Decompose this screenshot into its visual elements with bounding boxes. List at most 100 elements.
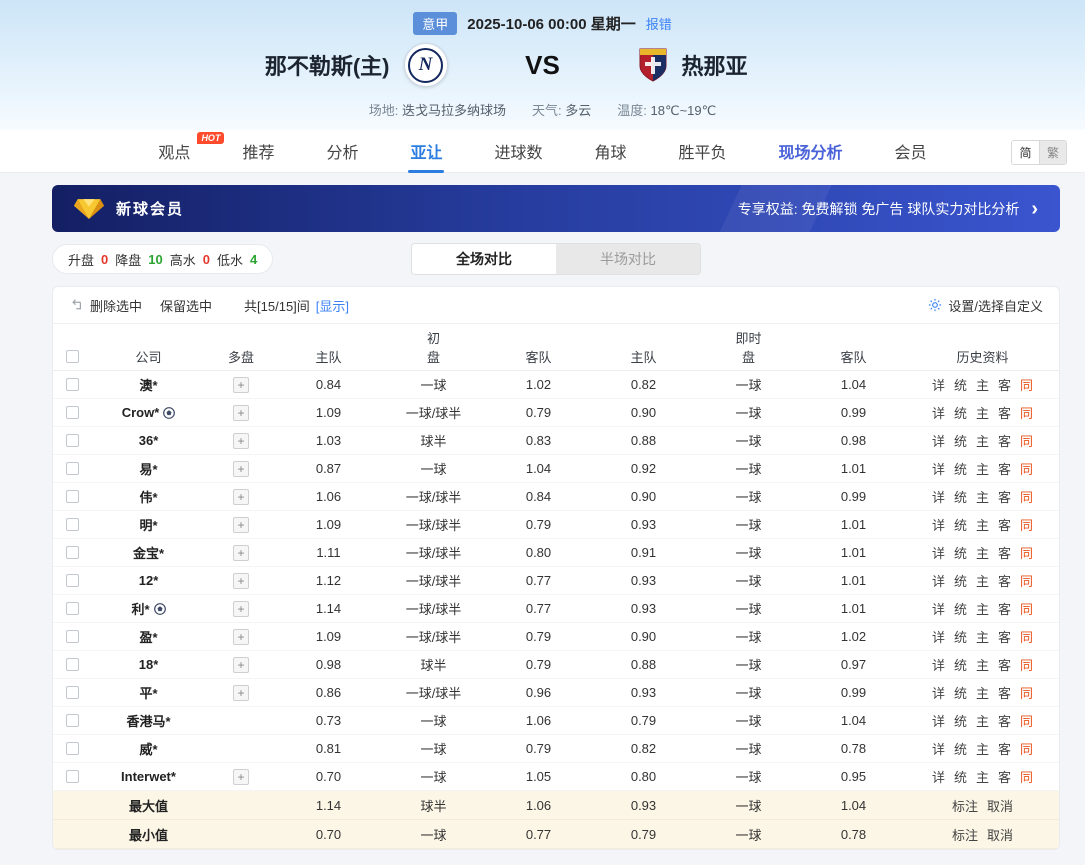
history-link-stats[interactable]: 统 (954, 571, 967, 590)
expand-odds-button[interactable]: + (233, 460, 249, 477)
history-link-away[interactable]: 客 (998, 375, 1011, 394)
expand-odds-button[interactable]: + (233, 628, 249, 645)
history-link-stats[interactable]: 统 (954, 375, 967, 394)
company-name[interactable]: Crow* (91, 405, 206, 420)
row-checkbox[interactable] (65, 490, 79, 503)
history-link-stats[interactable]: 统 (954, 711, 967, 730)
history-link-detail[interactable]: 详 (932, 571, 945, 590)
history-link-away[interactable]: 客 (998, 459, 1011, 478)
history-link-away[interactable]: 客 (998, 711, 1011, 730)
company-name[interactable]: 明* (91, 515, 206, 534)
history-link-away[interactable]: 客 (998, 487, 1011, 506)
row-checkbox[interactable] (65, 658, 79, 671)
promo-banner[interactable]: 新球会员 专享权益: 免费解锁 免广告 球队实力对比分析 › (52, 185, 1060, 232)
promo-arrow-icon[interactable]: › (1031, 199, 1038, 219)
history-link-home[interactable]: 主 (976, 459, 989, 478)
history-link-same[interactable]: 同 (1020, 431, 1033, 450)
row-checkbox[interactable] (65, 630, 79, 643)
company-name[interactable]: 易* (91, 459, 206, 478)
row-checkbox[interactable] (65, 574, 79, 587)
history-link-same[interactable]: 同 (1020, 543, 1033, 562)
company-name[interactable]: 利* (91, 599, 206, 618)
history-link-stats[interactable]: 统 (954, 403, 967, 422)
history-link-stats[interactable]: 统 (954, 655, 967, 674)
history-link-home[interactable]: 主 (976, 487, 989, 506)
row-checkbox[interactable] (65, 686, 79, 699)
history-link-away[interactable]: 客 (998, 431, 1011, 450)
history-link-same[interactable]: 同 (1020, 683, 1033, 702)
nav-tab-8[interactable]: 现场分析 (753, 130, 869, 173)
lang-traditional-button[interactable]: 繁 (1039, 141, 1066, 164)
show-link[interactable]: [显示] (316, 296, 349, 315)
expand-odds-button[interactable]: + (233, 684, 249, 701)
history-link-away[interactable]: 客 (998, 739, 1011, 758)
row-checkbox[interactable] (65, 462, 79, 475)
history-link-away[interactable]: 客 (998, 627, 1011, 646)
history-link-home[interactable]: 主 (976, 515, 989, 534)
history-link-stats[interactable]: 统 (954, 459, 967, 478)
history-link-stats[interactable]: 统 (954, 431, 967, 450)
history-link-stats[interactable]: 统 (954, 683, 967, 702)
history-link-detail[interactable]: 详 (932, 627, 945, 646)
history-link-detail[interactable]: 详 (932, 739, 945, 758)
history-link-away[interactable]: 客 (998, 767, 1011, 786)
company-name[interactable]: 威* (91, 739, 206, 758)
history-link-same[interactable]: 同 (1020, 767, 1033, 786)
tab-full-match-compare[interactable]: 全场对比 (412, 244, 556, 274)
nav-tab-1[interactable]: 观点 HOT (132, 130, 225, 173)
expand-odds-button[interactable]: + (233, 404, 249, 421)
row-checkbox[interactable] (65, 518, 79, 531)
summary-cancel-button[interactable]: 取消 (987, 796, 1013, 815)
history-link-away[interactable]: 客 (998, 403, 1011, 422)
history-link-detail[interactable]: 详 (932, 767, 945, 786)
summary-cancel-button[interactable]: 取消 (987, 825, 1013, 844)
history-link-home[interactable]: 主 (976, 711, 989, 730)
history-link-detail[interactable]: 详 (932, 599, 945, 618)
expand-odds-button[interactable]: + (233, 544, 249, 561)
company-name[interactable]: Interwet* (91, 769, 206, 784)
history-link-away[interactable]: 客 (998, 655, 1011, 674)
history-link-home[interactable]: 主 (976, 571, 989, 590)
nav-tab-7[interactable]: 胜平负 (653, 130, 753, 173)
expand-odds-button[interactable]: + (233, 768, 249, 785)
expand-odds-button[interactable]: + (233, 572, 249, 589)
history-link-detail[interactable]: 详 (932, 655, 945, 674)
expand-odds-button[interactable]: + (233, 656, 249, 673)
history-link-stats[interactable]: 统 (954, 739, 967, 758)
history-link-stats[interactable]: 统 (954, 487, 967, 506)
expand-odds-button[interactable]: + (233, 376, 249, 393)
expand-odds-button[interactable]: + (233, 432, 249, 449)
row-checkbox[interactable] (65, 378, 79, 391)
company-name[interactable]: 澳* (91, 375, 206, 394)
history-link-away[interactable]: 客 (998, 515, 1011, 534)
tab-half-match-compare[interactable]: 半场对比 (556, 244, 700, 274)
history-link-same[interactable]: 同 (1020, 571, 1033, 590)
history-link-stats[interactable]: 统 (954, 543, 967, 562)
expand-odds-button[interactable]: + (233, 600, 249, 617)
history-link-home[interactable]: 主 (976, 683, 989, 702)
history-link-stats[interactable]: 统 (954, 599, 967, 618)
history-link-same[interactable]: 同 (1020, 459, 1033, 478)
lang-simplified-button[interactable]: 简 (1012, 141, 1039, 164)
company-name[interactable]: 香港马* (91, 711, 206, 730)
row-checkbox[interactable] (65, 770, 79, 783)
history-link-detail[interactable]: 详 (932, 459, 945, 478)
expand-odds-button[interactable]: + (233, 516, 249, 533)
row-checkbox[interactable] (65, 714, 79, 727)
report-error-link[interactable]: 报错 (646, 14, 672, 33)
history-link-home[interactable]: 主 (976, 403, 989, 422)
company-name[interactable]: 金宝* (91, 543, 206, 562)
history-link-detail[interactable]: 详 (932, 403, 945, 422)
company-name[interactable]: 伟* (91, 487, 206, 506)
history-link-away[interactable]: 客 (998, 683, 1011, 702)
history-link-detail[interactable]: 详 (932, 711, 945, 730)
company-name[interactable]: 盈* (91, 627, 206, 646)
history-link-detail[interactable]: 详 (932, 431, 945, 450)
nav-tab-3[interactable]: 分析 (300, 130, 384, 173)
row-checkbox[interactable] (65, 546, 79, 559)
expand-odds-button[interactable]: + (233, 488, 249, 505)
history-link-detail[interactable]: 详 (932, 543, 945, 562)
history-link-same[interactable]: 同 (1020, 711, 1033, 730)
nav-tab-9[interactable]: 会员 (869, 130, 953, 173)
history-link-home[interactable]: 主 (976, 627, 989, 646)
